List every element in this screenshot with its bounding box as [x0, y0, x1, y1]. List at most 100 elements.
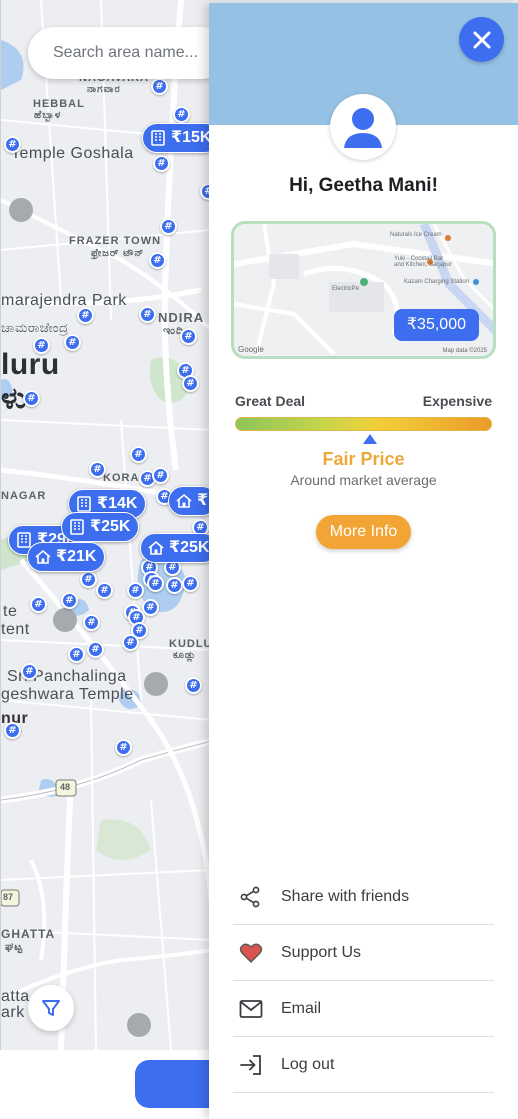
listing-pin[interactable]: #: [115, 739, 132, 756]
drawer-menu: Share with friends Support Us Email Log …: [233, 869, 494, 1093]
close-button[interactable]: [459, 17, 504, 62]
listing-pin[interactable]: #: [30, 596, 47, 613]
listing-pin[interactable]: #: [64, 334, 81, 351]
share-icon: [240, 886, 260, 907]
price-pin-label: ₹15K: [171, 129, 212, 146]
map-label: KUDLU: [169, 638, 213, 650]
listing-pin[interactable]: #: [4, 136, 21, 153]
map-label: ನಾಗವಾರ: [87, 84, 121, 95]
listing-pin[interactable]: #: [77, 307, 94, 324]
home-icon: [148, 540, 164, 555]
listing-pin[interactable]: #: [87, 641, 104, 658]
listing-pin[interactable]: #: [80, 571, 97, 588]
greeting-text: Hi, Geetha Mani!: [289, 175, 438, 196]
avatar: [330, 94, 396, 160]
filter-button[interactable]: [28, 985, 74, 1031]
more-info-button[interactable]: More Info: [316, 515, 411, 549]
price-pin[interactable]: ₹25K: [140, 533, 219, 563]
listing-map-thumbnail[interactable]: Naturals Ice Cream Yuki - Cocktail Bar a…: [231, 221, 496, 359]
filter-icon: [42, 1000, 60, 1016]
map-label: HEBBAL: [33, 98, 85, 110]
map-label: ಕೂಡ್ಲು: [173, 650, 197, 661]
price-pin-label: ₹25K: [90, 518, 131, 535]
listing-pin[interactable]: #: [166, 577, 183, 594]
thumb-poi-label: ElectricPe: [332, 286, 360, 292]
map-label: FRAZER TOWN: [69, 235, 162, 247]
listing-pin[interactable]: #: [151, 78, 168, 95]
map-label: tent: [1, 621, 30, 638]
thumb-poi-label: Yuki - Cocktail Bar and Kitchen, Sarjapu…: [394, 256, 452, 268]
menu-item-label: Share with friends: [281, 887, 410, 905]
listing-pin[interactable]: #: [61, 592, 78, 609]
map-label: ಫ್ರೇಜರ್ ಟೌನ್: [91, 248, 145, 259]
listing-price-tag: ₹35,000: [393, 309, 479, 341]
search-placeholder: Search area name...: [53, 44, 198, 61]
listing-pin[interactable]: #: [182, 575, 199, 592]
home-icon: [176, 493, 192, 508]
listing-pin[interactable]: #: [180, 328, 197, 345]
price-pin[interactable]: ₹25K: [61, 512, 140, 542]
building-icon: [151, 130, 165, 146]
listing-pin[interactable]: #: [139, 306, 156, 323]
map-label: te: [3, 603, 18, 620]
map-label: GHATTA: [1, 927, 56, 941]
listing-pin[interactable]: #: [185, 677, 202, 694]
listing-pin[interactable]: #: [127, 582, 144, 599]
price-scale-marker: [363, 434, 377, 444]
listing-pin[interactable]: #: [160, 218, 177, 235]
listing-pin[interactable]: #: [4, 722, 21, 739]
listing-pin[interactable]: #: [23, 390, 40, 407]
map-label: ark: [1, 1004, 25, 1021]
listing-pin[interactable]: #: [173, 106, 190, 123]
road-shield-label: 87: [3, 892, 14, 902]
price-pin-label: ₹21K: [56, 548, 97, 565]
menu-item-logout[interactable]: Log out: [233, 1037, 494, 1093]
listing-pin[interactable]: #: [153, 155, 170, 172]
map-label: KORA: [103, 472, 140, 484]
price-verdict: Fair Price: [322, 449, 405, 469]
listing-pin[interactable]: #: [21, 663, 38, 680]
price-pin-label: ₹25K: [169, 539, 210, 556]
thumb-poi-label: Kazam Charging Station: [404, 279, 470, 285]
map-label: ಚಾಮರಾಜೇಂದ್ರ: [1, 320, 69, 335]
listing-pin[interactable]: #: [152, 467, 169, 484]
menu-item-support[interactable]: Support Us: [233, 925, 494, 981]
listing-pin[interactable]: #: [68, 646, 85, 663]
building-icon: [70, 519, 84, 535]
menu-item-share[interactable]: Share with friends: [233, 869, 494, 925]
menu-item-label: Email: [281, 999, 322, 1017]
user-icon: [344, 108, 382, 148]
map-label: geshwara Temple: [1, 686, 134, 703]
listing-pin[interactable]: #: [96, 582, 113, 599]
map-label: marajendra Park: [1, 292, 127, 309]
listing-pin[interactable]: #: [149, 252, 166, 269]
price-scale-bar: [235, 417, 492, 431]
map-label: NAGAR: [1, 490, 47, 502]
thumb-poi-label: Naturals Ice Cream: [390, 232, 442, 238]
price-pin[interactable]: ₹21K: [27, 542, 106, 572]
menu-item-label: Support Us: [281, 943, 362, 961]
price-pin-label: ₹: [197, 492, 209, 509]
listing-pin[interactable]: #: [182, 375, 199, 392]
listing-pin[interactable]: #: [147, 575, 164, 592]
listing-pin[interactable]: #: [89, 461, 106, 478]
side-drawer: Hi, Geetha Mani! Naturals Ice Cream Yuki…: [209, 3, 518, 1119]
close-icon: [473, 31, 490, 48]
map-label: NDIRA: [158, 310, 205, 325]
listing-pin[interactable]: #: [33, 337, 50, 354]
mail-icon: [239, 999, 263, 1018]
listing-pin[interactable]: #: [142, 599, 159, 616]
map-attribution: Map data ©2025: [442, 348, 487, 354]
listing-pin[interactable]: #: [83, 614, 100, 631]
menu-item-label: Log out: [281, 1055, 335, 1073]
search-input[interactable]: Search area name...: [28, 27, 228, 79]
heart-icon: [239, 943, 263, 963]
listing-pin[interactable]: #: [122, 634, 139, 651]
scale-right-label: Expensive: [422, 393, 492, 409]
menu-item-email[interactable]: Email: [233, 981, 494, 1037]
google-logo: Google: [238, 345, 264, 354]
listing-pin[interactable]: #: [130, 446, 147, 463]
map-label: ಹೆಬ್ಬಾಳ: [34, 110, 62, 121]
home-icon: [35, 549, 51, 564]
map-label: ಘಟ್ಟ: [5, 941, 24, 953]
